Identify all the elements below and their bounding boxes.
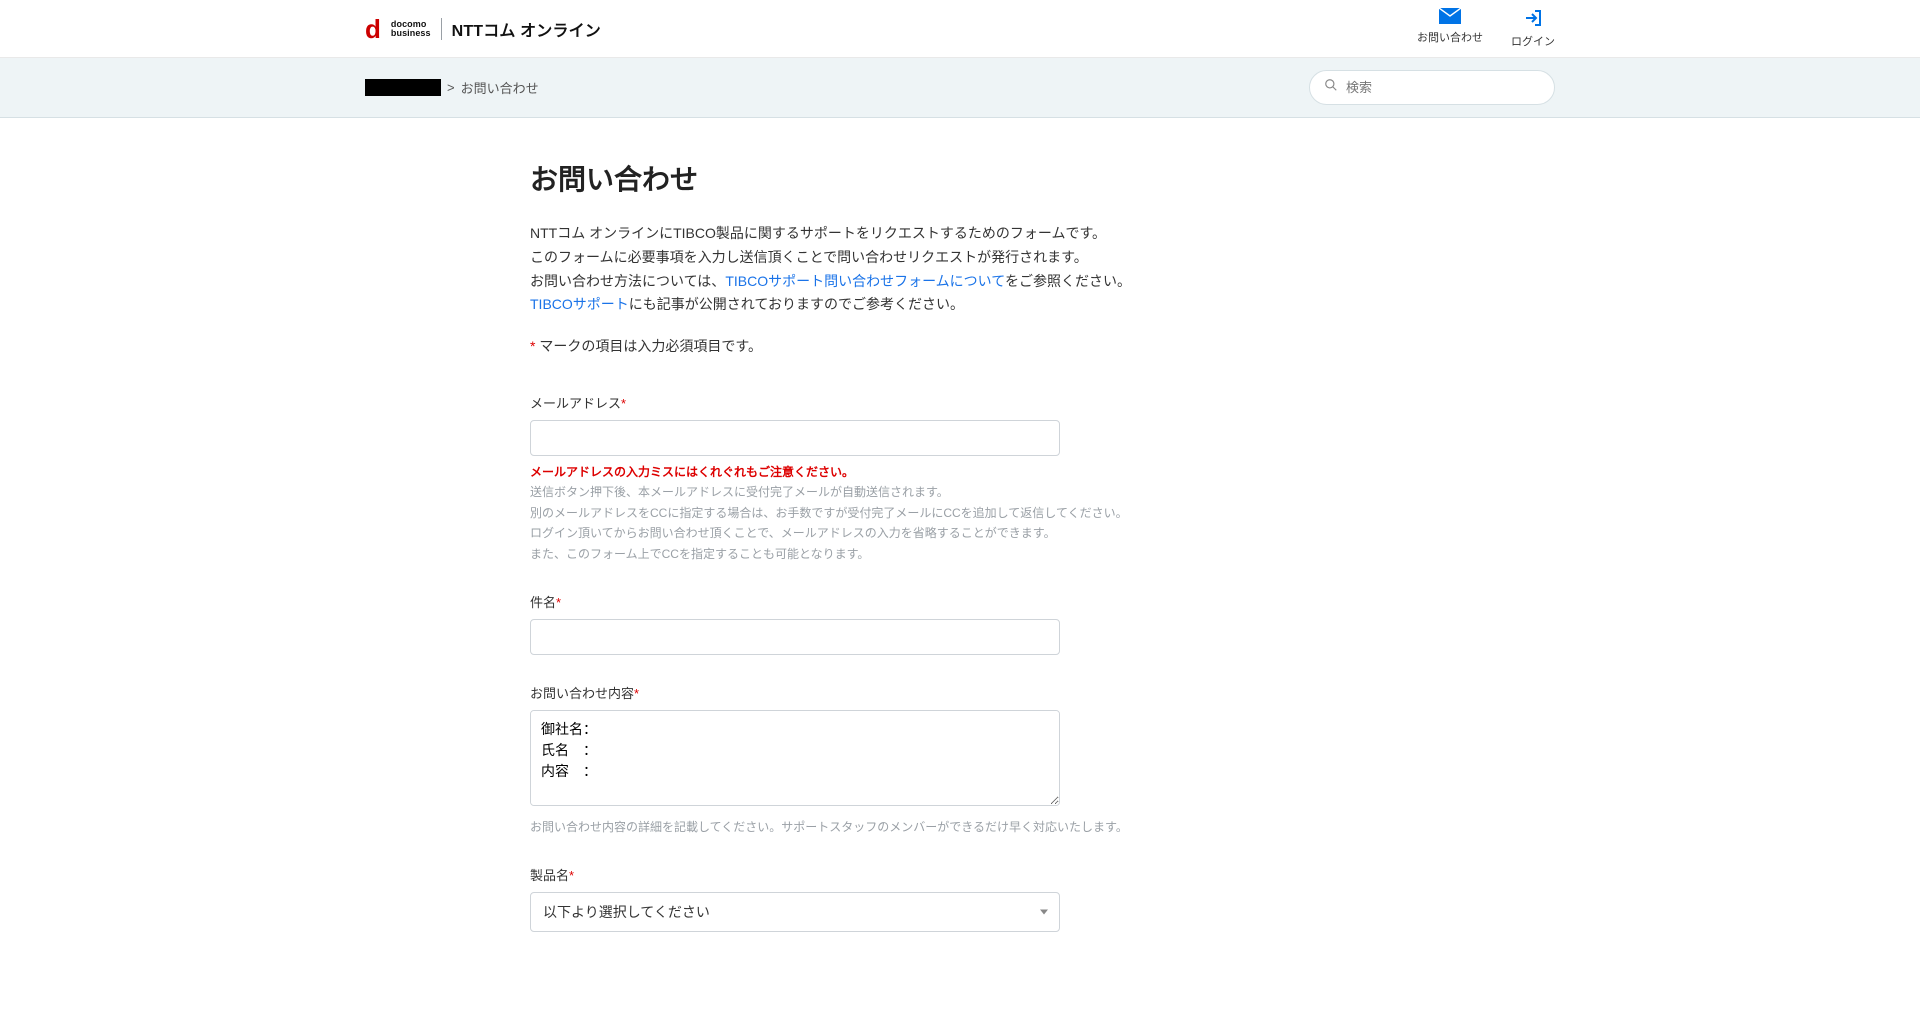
email-hint: メールアドレスの入力ミスにはくれぐれもご注意ください。 送信ボタン押下後、本メー… (530, 462, 1390, 564)
sub-header: > お問い合わせ (0, 58, 1920, 118)
email-input[interactable] (530, 420, 1060, 456)
search-box[interactable] (1309, 70, 1555, 105)
global-header: d docomo business NTTコム オンライン お問い合わせ ログイ… (0, 0, 1920, 58)
contact-link-label: お問い合わせ (1417, 29, 1483, 45)
contact-form: メールアドレス* メールアドレスの入力ミスにはくれぐれもご注意ください。 送信ボ… (530, 393, 1390, 932)
body-textarea[interactable] (530, 710, 1060, 806)
page-title: お問い合わせ (530, 158, 1390, 198)
page-main: お問い合わせ NTTコム オンラインにTIBCO製品に関するサポートをリクエスト… (510, 118, 1410, 1020)
subject-label: 件名* (530, 592, 1390, 611)
subject-input[interactable] (530, 619, 1060, 655)
brand-name: NTTコム オンライン (452, 17, 601, 41)
field-product: 製品名* 以下より選択してください (530, 865, 1390, 932)
body-hint: お問い合わせ内容の詳細を記載してください。サポートスタッフのメンバーができるだけ… (530, 817, 1390, 837)
body-label: お問い合わせ内容* (530, 683, 1390, 702)
intro-line-2: このフォームに必要事項を入力し送信頂くことで問い合わせリクエストが発行されます。 (530, 246, 1390, 270)
breadcrumb-sep: > (447, 80, 455, 95)
login-link[interactable]: ログイン (1511, 8, 1555, 49)
product-select-wrap[interactable]: 以下より選択してください (530, 892, 1060, 932)
intro-line-3: お問い合わせ方法については、TIBCOサポート問い合わせフォームについてをご参照… (530, 270, 1390, 294)
login-link-label: ログイン (1511, 33, 1555, 49)
breadcrumb: > お問い合わせ (365, 78, 539, 97)
intro-text: NTTコム オンラインにTIBCO製品に関するサポートをリクエストするためのフォ… (530, 222, 1390, 359)
link-contact-form-about[interactable]: TIBCOサポート問い合わせフォームについて (725, 273, 1005, 289)
brand[interactable]: d docomo business NTTコム オンライン (365, 16, 601, 42)
intro-line-1: NTTコム オンラインにTIBCO製品に関するサポートをリクエストするためのフォ… (530, 222, 1390, 246)
field-body: お問い合わせ内容* お問い合わせ内容の詳細を記載してください。サポートスタッフの… (530, 683, 1390, 837)
login-icon (1523, 8, 1543, 31)
brand-logo-text: docomo business (391, 20, 431, 38)
breadcrumb-root-redacted[interactable] (365, 79, 441, 96)
search-icon (1324, 78, 1338, 97)
breadcrumb-current: お問い合わせ (461, 78, 539, 97)
email-label: メールアドレス* (530, 393, 1390, 412)
docomo-d-logo-icon: d (365, 16, 381, 42)
search-input[interactable] (1346, 80, 1540, 95)
product-select[interactable]: 以下より選択してください (530, 892, 1060, 932)
link-tibco-support[interactable]: TIBCOサポート (530, 296, 629, 312)
brand-divider (441, 18, 442, 40)
field-email: メールアドレス* メールアドレスの入力ミスにはくれぐれもご注意ください。 送信ボ… (530, 393, 1390, 564)
intro-line-4: TIBCOサポートにも記事が公開されておりますのでご参考ください。 (530, 293, 1390, 317)
mail-icon (1439, 8, 1461, 27)
header-actions: お問い合わせ ログイン (1417, 8, 1555, 49)
required-note: * マークの項目は入力必須項目です。 (530, 335, 1390, 359)
contact-link[interactable]: お問い合わせ (1417, 8, 1483, 49)
product-label: 製品名* (530, 865, 1390, 884)
field-subject: 件名* (530, 592, 1390, 655)
email-hint-warn: メールアドレスの入力ミスにはくれぐれもご注意ください。 (530, 462, 1390, 482)
